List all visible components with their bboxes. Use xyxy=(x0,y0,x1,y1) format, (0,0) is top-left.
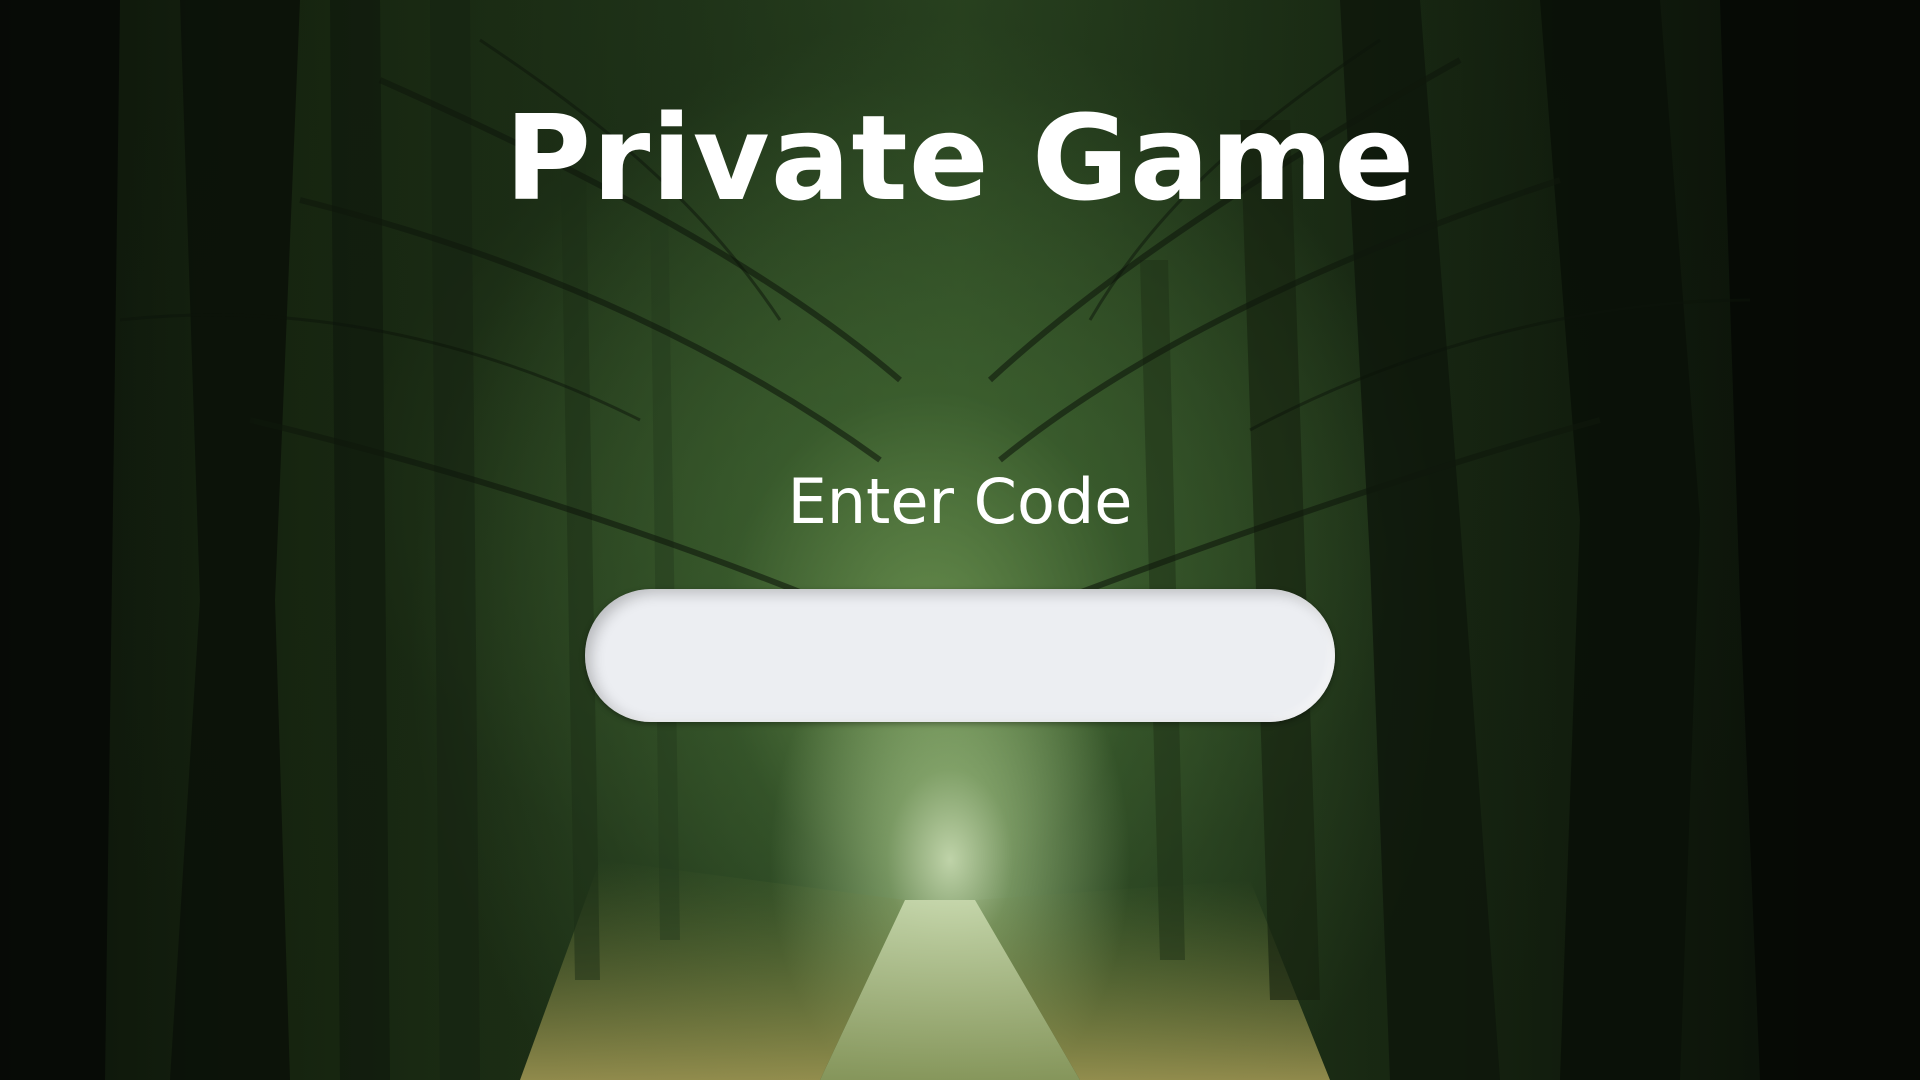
game-screen: Private Game Enter Code xyxy=(0,0,1920,1080)
code-label: Enter Code xyxy=(787,465,1133,538)
code-input[interactable] xyxy=(585,589,1335,722)
page-title: Private Game xyxy=(504,89,1416,227)
